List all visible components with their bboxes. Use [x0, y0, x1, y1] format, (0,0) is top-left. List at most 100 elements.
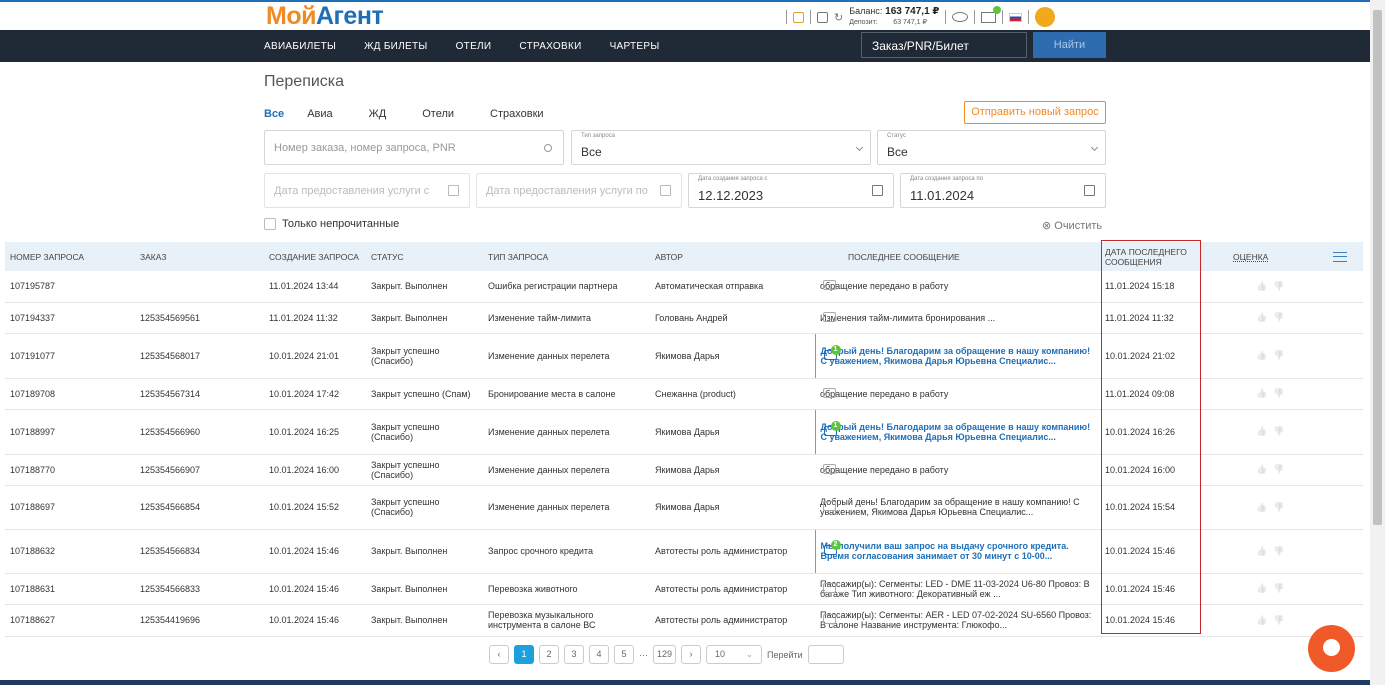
table-row[interactable]: 107188632 125354566834 10.01.2024 15:46 Зак… — [5, 529, 1363, 574]
user-avatar-icon[interactable] — [1035, 7, 1056, 27]
language-flag-icon[interactable] — [1009, 12, 1023, 22]
tab-rail[interactable]: ЖД — [369, 108, 387, 120]
col-request-type[interactable]: ТИП ЗАПРОСА — [483, 242, 650, 271]
order-link[interactable] — [135, 271, 264, 303]
next-page-button[interactable]: › — [681, 645, 702, 664]
thumbs-up-icon[interactable]: 👍 — [1256, 546, 1273, 556]
last-message[interactable]: Добрый день! Благодарим за обращение в н… — [815, 485, 1100, 530]
col-status[interactable]: СТАТУС — [366, 242, 483, 271]
clear-filters-button[interactable]: ⊗ Очистить — [1042, 219, 1102, 232]
thumbs-down-icon[interactable]: 👎 — [1273, 350, 1290, 360]
col-last-message[interactable]: ПОСЛЕДНЕЕ СООБЩЕНИЕ — [815, 242, 1100, 271]
last-message[interactable]: обращение передано в работу — [815, 271, 1100, 303]
tab-insurance[interactable]: Страховки — [490, 108, 544, 120]
per-page-select[interactable]: 10 ⌄ — [706, 645, 763, 664]
table-row[interactable]: 107189708 125354567314 10.01.2024 17:42 Зак… — [5, 378, 1363, 410]
page-button-last[interactable]: 129 — [653, 645, 677, 664]
col-author[interactable]: АВТОР — [650, 242, 815, 271]
nav-item-avia[interactable]: АВИАБИЛЕТЫ — [264, 41, 336, 52]
find-button[interactable]: Найти — [1033, 32, 1106, 58]
order-link[interactable]: 125354566833 — [135, 573, 264, 605]
service-date-to-input[interactable]: Дата предоставления услуги по — [476, 173, 682, 208]
thumbs-up-icon[interactable]: 👍 — [1256, 388, 1273, 398]
notice-icon[interactable] — [793, 11, 804, 23]
request-type-select[interactable]: Тип запроса Все — [571, 130, 871, 165]
tab-all[interactable]: Все — [264, 108, 284, 120]
last-message[interactable]: обращение передано в работу — [815, 378, 1100, 410]
table-row[interactable]: 107188631 125354566833 10.01.2024 15:46 Зак… — [5, 573, 1363, 605]
thumbs-down-icon[interactable]: 👎 — [1273, 615, 1290, 625]
prev-page-button[interactable]: ‹ — [489, 645, 509, 664]
tab-avia[interactable]: Авиа — [307, 108, 332, 120]
nav-item-rail[interactable]: ЖД БИЛЕТЫ — [364, 41, 427, 52]
service-date-from-input[interactable]: Дата предоставления услуги с — [264, 173, 470, 208]
col-order[interactable]: ЗАКАЗ — [135, 242, 264, 271]
thumbs-up-icon[interactable]: 👍 — [1256, 281, 1273, 291]
col-rating[interactable]: ОЦЕНКА — [1228, 242, 1328, 271]
goto-page-input[interactable] — [807, 645, 844, 664]
col-request-number[interactable]: НОМЕР ЗАПРОСА — [5, 242, 135, 271]
last-message[interactable]: 2 Мы получили ваш запрос на выдачу срочно… — [814, 529, 1100, 574]
thumbs-down-icon[interactable]: 👎 — [1273, 281, 1290, 291]
last-message[interactable]: Изменения тайм-лимита бронирования ... — [815, 302, 1100, 334]
thumbs-up-icon[interactable]: 👍 — [1256, 464, 1273, 474]
scrollbar[interactable] — [1370, 0, 1385, 685]
created-date-to-input[interactable]: Дата создания запроса по 11.01.2024 — [900, 173, 1106, 208]
order-link[interactable]: 125354568017 — [135, 333, 264, 379]
page-button-1[interactable]: 1 — [514, 645, 534, 664]
order-link[interactable]: 125354566960 — [135, 409, 264, 455]
request-search-input[interactable]: Номер заказа, номер запроса, PNR — [264, 130, 564, 165]
status-select[interactable]: Статус Все — [877, 130, 1106, 165]
thumbs-up-icon[interactable]: 👍 — [1256, 615, 1273, 625]
page-button-5[interactable]: 5 — [614, 645, 634, 664]
table-row[interactable]: 107188627 125354419696 10.01.2024 15:46 Зак… — [5, 604, 1363, 637]
thumbs-down-icon[interactable]: 👎 — [1273, 312, 1290, 322]
order-link[interactable]: 125354566854 — [135, 485, 264, 530]
thumbs-down-icon[interactable]: 👎 — [1273, 388, 1290, 398]
last-message[interactable]: Пассажир(ы): Сегменты: AER - LED 07-02-2… — [815, 604, 1100, 637]
logo[interactable]: МойАгент — [266, 2, 384, 31]
order-link[interactable]: 125354566907 — [135, 454, 264, 486]
mail-icon[interactable] — [981, 5, 1002, 23]
eye-icon[interactable] — [952, 12, 969, 22]
unread-only-filter[interactable]: Только непрочитанные — [264, 218, 399, 230]
page-button-2[interactable]: 2 — [539, 645, 559, 664]
thumbs-down-icon[interactable]: 👎 — [1273, 583, 1290, 593]
order-link[interactable]: 125354567314 — [135, 378, 264, 410]
order-search-input[interactable]: Заказ/PNR/Билет — [861, 32, 1027, 58]
col-created[interactable]: СОЗДАНИЕ ЗАПРОСА — [264, 242, 366, 271]
page-button-4[interactable]: 4 — [589, 645, 609, 664]
thumbs-down-icon[interactable]: 👎 — [1273, 464, 1290, 474]
last-message[interactable]: 1 Добрый день! Благодарим за обращение в … — [814, 409, 1100, 455]
tab-hotels[interactable]: Отели — [422, 108, 454, 120]
order-link[interactable]: 125354419696 — [135, 604, 264, 637]
order-link[interactable]: 125354566834 — [135, 529, 264, 574]
table-row[interactable]: 107188697 125354566854 10.01.2024 15:52 Зак… — [5, 485, 1363, 530]
thumbs-down-icon[interactable]: 👎 — [1273, 426, 1290, 436]
table-row[interactable]: 107188997 125354566960 10.01.2024 16:25 Зак… — [5, 409, 1363, 455]
thumbs-down-icon[interactable]: 👎 — [1273, 502, 1290, 512]
thumbs-up-icon[interactable]: 👍 — [1256, 502, 1273, 512]
thumbs-down-icon[interactable]: 👎 — [1273, 546, 1290, 556]
last-message[interactable]: обращение передано в работу — [815, 454, 1100, 486]
thumbs-up-icon[interactable]: 👍 — [1256, 350, 1273, 360]
order-link[interactable]: 125354569561 — [135, 302, 264, 334]
thumbs-up-icon[interactable]: 👍 — [1256, 312, 1273, 322]
col-last-message-date[interactable]: ДАТА ПОСЛЕДНЕГО СООБЩЕНИЯ — [1100, 242, 1228, 271]
nav-item-charters[interactable]: ЧАРТЕРЫ — [610, 41, 660, 52]
table-row[interactable]: 107191077 125354568017 10.01.2024 21:01 Зак… — [5, 333, 1363, 379]
last-message[interactable]: 1 Добрый день! Благодарим за обращение в … — [814, 333, 1100, 379]
nav-item-insurance[interactable]: СТРАХОВКИ — [519, 41, 581, 52]
scrollbar-thumb[interactable] — [1373, 10, 1382, 525]
created-date-from-input[interactable]: Дата создания запроса с 12.12.2023 — [688, 173, 894, 208]
thumbs-up-icon[interactable]: 👍 — [1256, 426, 1273, 436]
nav-item-hotels[interactable]: ОТЕЛИ — [456, 41, 492, 52]
document-icon[interactable] — [817, 11, 828, 23]
thumbs-up-icon[interactable]: 👍 — [1256, 583, 1273, 593]
last-message[interactable]: Пассажир(ы): Сегменты: LED - DME 11-03-2… — [815, 573, 1100, 605]
table-row[interactable]: 107188770 125354566907 10.01.2024 16:00 Зак… — [5, 454, 1363, 486]
unread-only-checkbox[interactable] — [264, 218, 276, 230]
refresh-icon[interactable]: ↻ — [834, 11, 843, 24]
column-settings-icon[interactable] — [1328, 242, 1363, 271]
table-row[interactable]: 107194337 125354569561 11.01.2024 11:32 Зак… — [5, 302, 1363, 334]
